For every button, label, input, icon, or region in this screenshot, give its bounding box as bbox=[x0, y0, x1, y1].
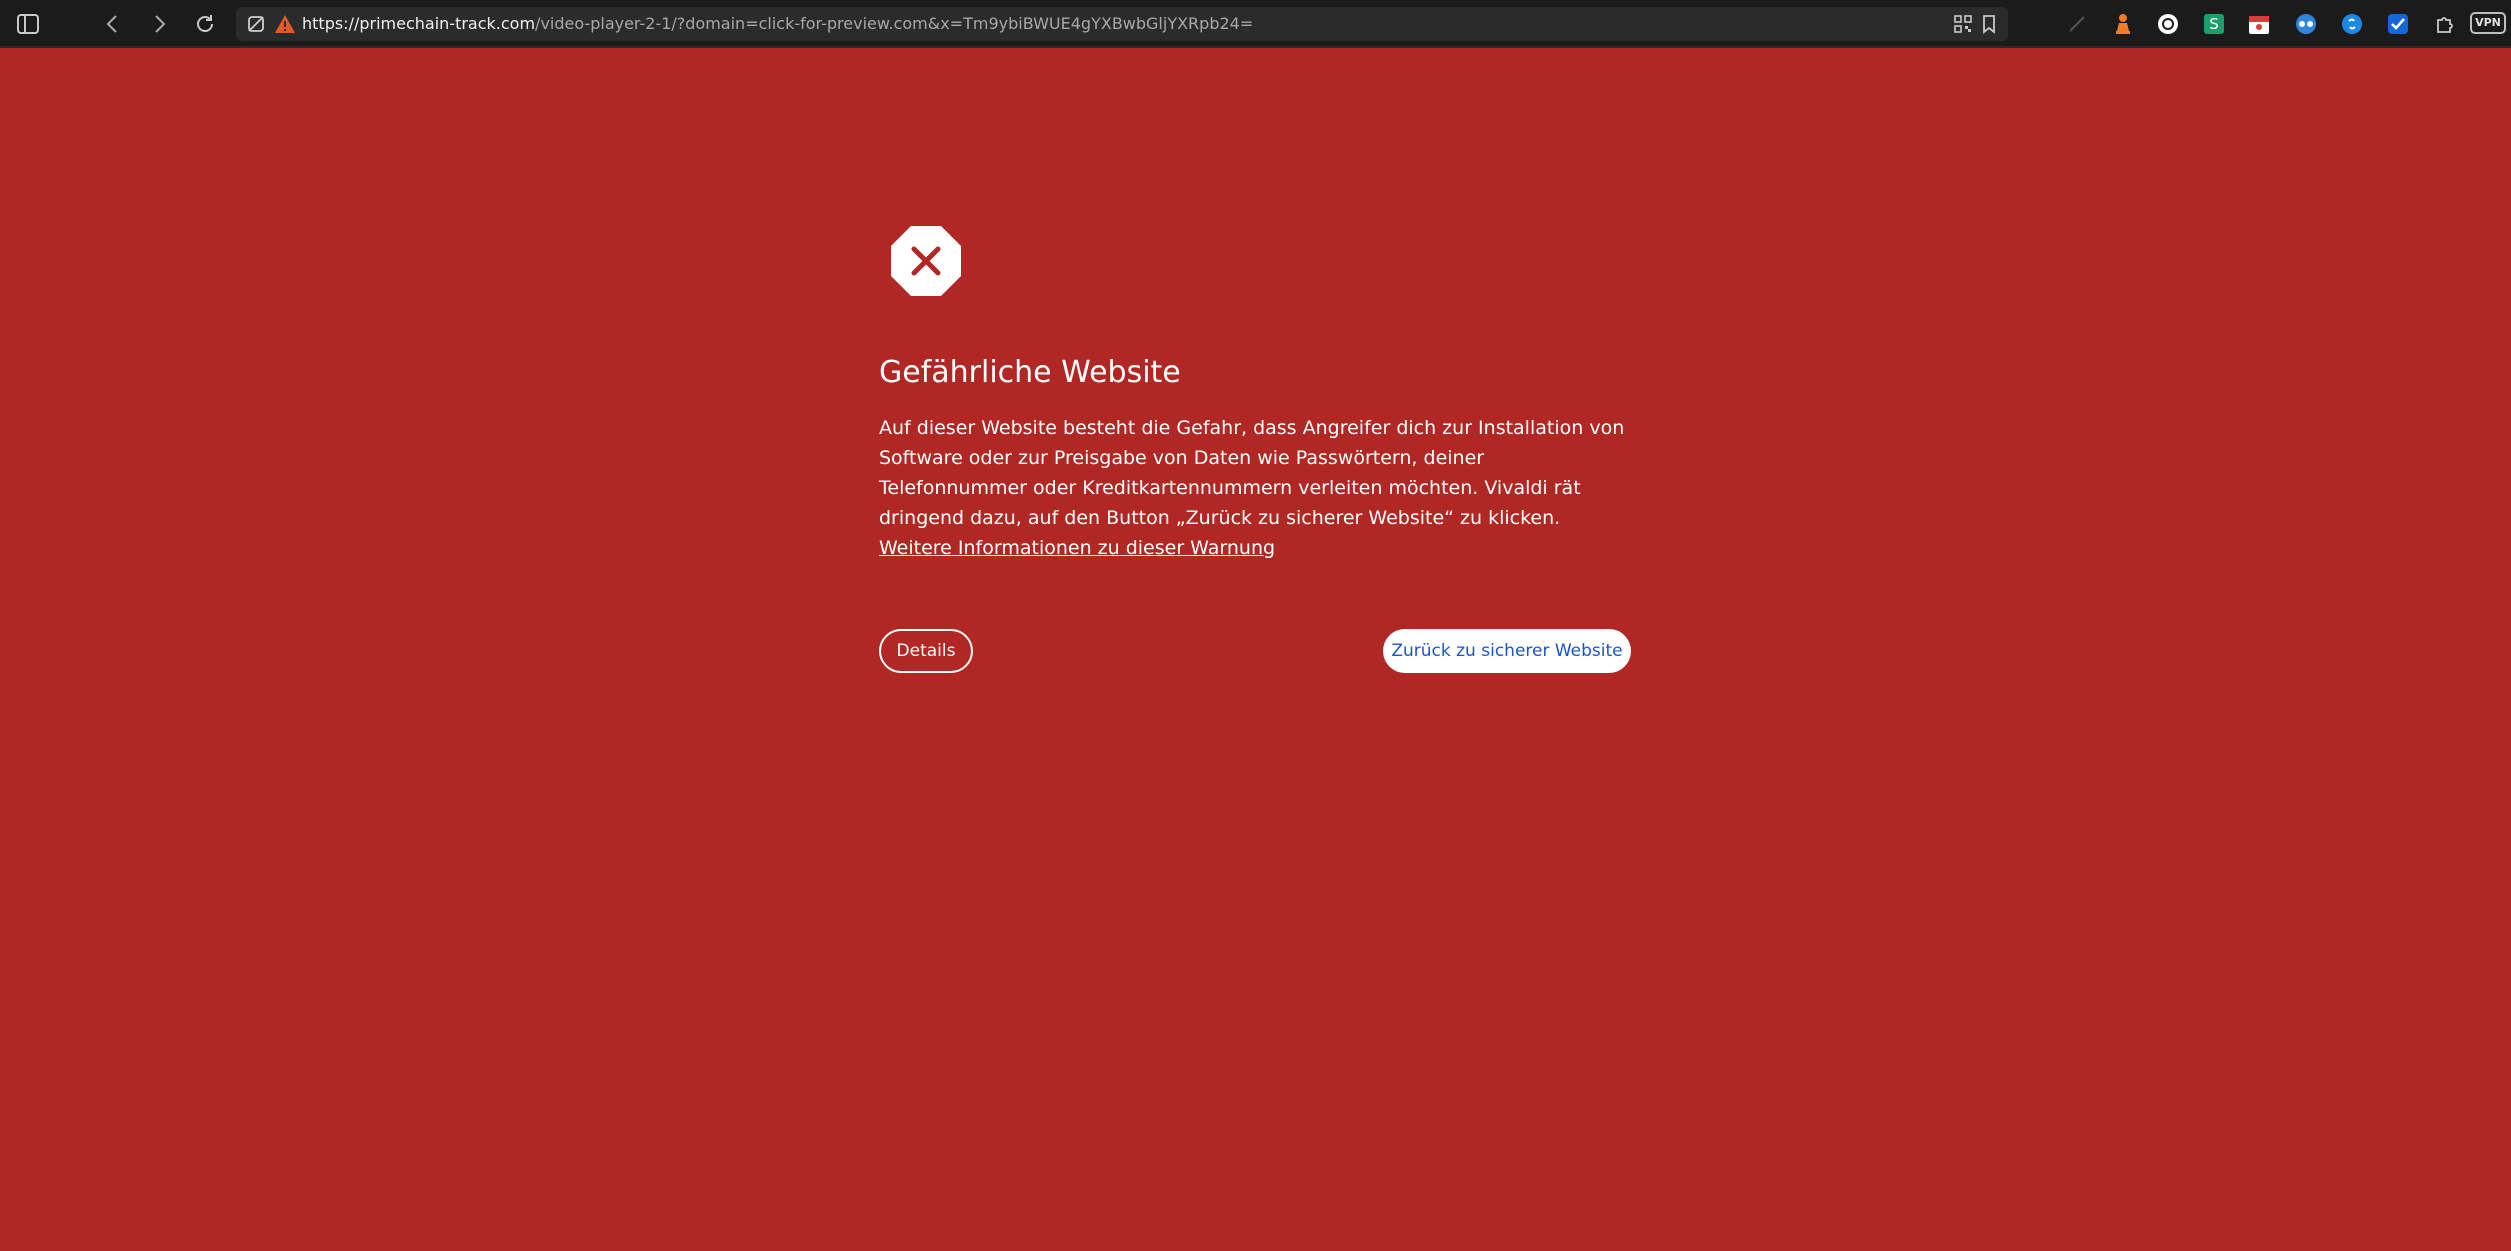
feather-icon[interactable] bbox=[2063, 10, 2091, 38]
url-host: https://primechain-track.com bbox=[302, 14, 536, 33]
qr-code-icon[interactable] bbox=[1954, 15, 1972, 33]
reload-icon[interactable] bbox=[189, 8, 221, 40]
vpn-badge[interactable]: VPN bbox=[2470, 12, 2506, 34]
more-info-link[interactable]: Weitere Informationen zu dieser Warnung bbox=[879, 537, 1275, 559]
checkmark-icon[interactable] bbox=[2384, 10, 2412, 38]
warning-triangle-icon[interactable] bbox=[274, 14, 296, 34]
puzzle-icon[interactable] bbox=[2432, 10, 2460, 38]
page-title: Gefährliche Website bbox=[879, 355, 1181, 390]
stop-x-icon bbox=[891, 226, 961, 296]
back-icon[interactable] bbox=[96, 8, 128, 40]
calendar-icon[interactable] bbox=[2245, 10, 2273, 38]
s-extension-icon[interactable]: S bbox=[2200, 10, 2228, 38]
forward-icon[interactable] bbox=[144, 8, 176, 40]
url-text[interactable]: https://primechain-track.com/video-playe… bbox=[302, 7, 1253, 41]
chess-pawn-icon[interactable] bbox=[2109, 10, 2137, 38]
shazam-icon[interactable] bbox=[2338, 10, 2366, 38]
bookmark-icon[interactable] bbox=[1980, 14, 1998, 34]
warning-description: Auf dieser Website besteht die Gefahr, d… bbox=[879, 413, 1631, 563]
warning-body-text: Auf dieser Website besteht die Gefahr, d… bbox=[879, 417, 1625, 529]
details-button[interactable]: Details bbox=[879, 629, 973, 673]
address-bar[interactable]: https://primechain-track.com/video-playe… bbox=[236, 7, 2008, 41]
panel-toggle-icon[interactable] bbox=[12, 8, 44, 40]
url-path: /video-player-2-1/?domain=click-for-prev… bbox=[535, 14, 1254, 33]
browser-toolbar: https://primechain-track.com/video-playe… bbox=[0, 0, 2511, 48]
back-to-safety-button[interactable]: Zurück zu sicherer Website bbox=[1383, 629, 1631, 673]
glasses-icon[interactable] bbox=[2292, 10, 2320, 38]
blocked-shield-icon[interactable] bbox=[246, 14, 266, 34]
circle-extension-icon[interactable] bbox=[2154, 10, 2182, 38]
svg-text:S: S bbox=[2209, 15, 2219, 33]
